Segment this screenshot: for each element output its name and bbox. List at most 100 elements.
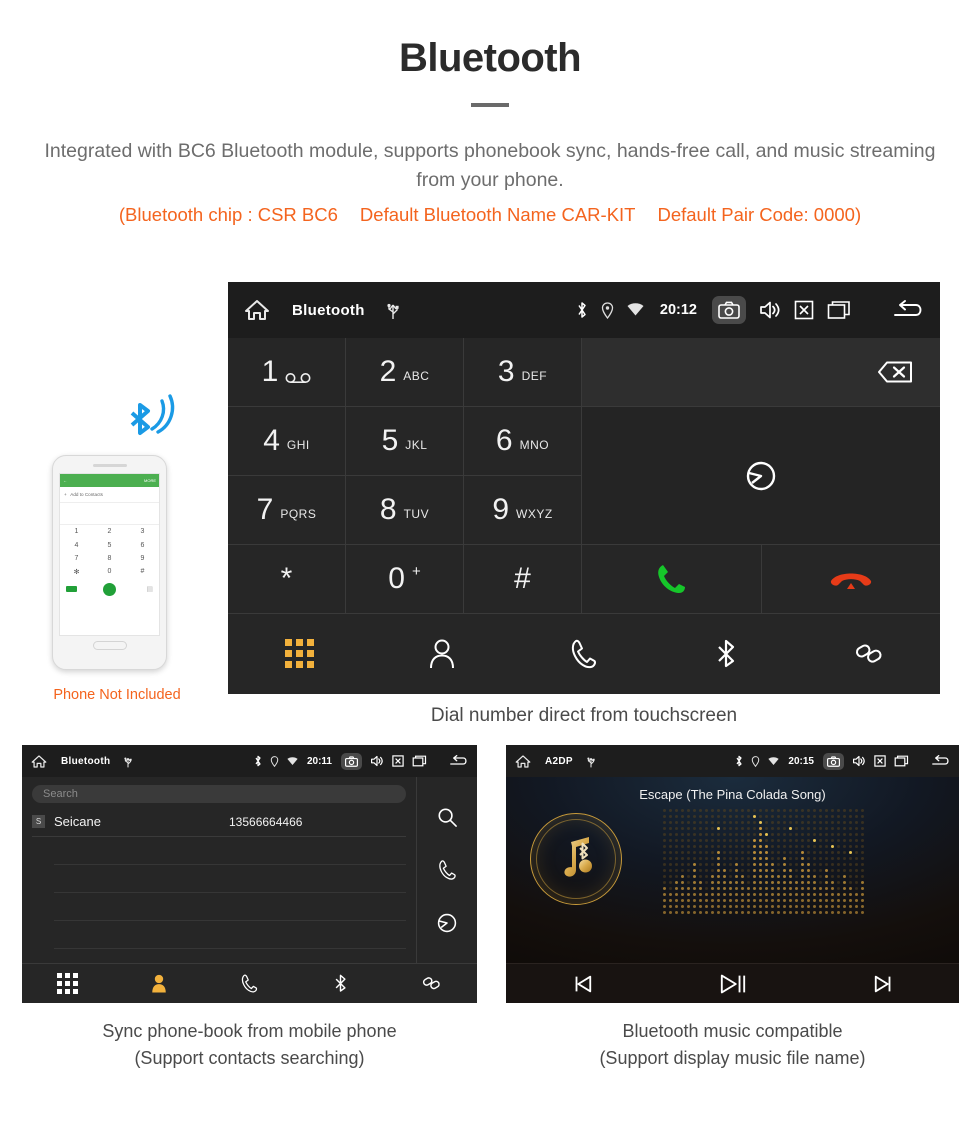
sync-icon[interactable] xyxy=(744,459,778,493)
phone-screen: ← MORE + Add to Contacts 1 2 3 4 5 6 7 8 9 ✻ 0 #… xyxy=(59,473,160,636)
dialer-caption: Dial number direct from touchscreen xyxy=(430,705,738,726)
camera-icon[interactable] xyxy=(823,752,844,770)
volume-icon[interactable] xyxy=(759,300,781,320)
back-icon[interactable] xyxy=(931,755,950,767)
phone-key: 5 xyxy=(107,541,112,549)
prev-track-icon xyxy=(575,975,591,992)
backspace-icon[interactable] xyxy=(864,359,914,385)
sync-icon[interactable] xyxy=(436,912,458,934)
key-2-label: 2 xyxy=(379,355,397,388)
volume-icon[interactable] xyxy=(370,755,384,767)
spectrum-visualizer xyxy=(663,809,864,914)
home-icon[interactable] xyxy=(515,754,531,769)
key-3-letters: DEF xyxy=(521,368,548,383)
back-icon[interactable] xyxy=(449,755,468,767)
key-1[interactable]: 1 xyxy=(228,338,345,406)
key-7-label: 7 xyxy=(256,493,274,526)
play-pause-button[interactable] xyxy=(657,971,808,997)
camera-icon[interactable] xyxy=(712,296,746,324)
keypad-grid-icon xyxy=(57,973,78,994)
dialer-screen: Bluetooth 20:12 1 2 ABC 3 DEF 4 GHI 5 JK… xyxy=(228,282,940,694)
sidebar-item-contacts[interactable] xyxy=(370,638,512,670)
key-0[interactable]: 0 + xyxy=(346,545,463,613)
table-row[interactable]: S Seicane 13566664466 xyxy=(32,807,406,837)
hangup-icon xyxy=(830,573,871,589)
phonebook-caption: Sync phone-book from mobile phone (Suppo… xyxy=(22,1018,477,1072)
sidebar-item-bluetooth[interactable] xyxy=(655,638,797,670)
call-button[interactable] xyxy=(582,545,761,613)
key-4-label: 4 xyxy=(263,424,280,457)
sidebar-item-pair-link[interactable] xyxy=(798,638,940,670)
bluetooth-icon xyxy=(576,301,588,319)
search-input[interactable]: Search xyxy=(32,785,406,803)
phone-number-field xyxy=(60,503,159,525)
sidebar-item-contacts[interactable] xyxy=(113,973,204,994)
key-5[interactable]: 5 JKL xyxy=(346,407,463,475)
bluetooth-icon xyxy=(254,755,262,767)
search-icon[interactable] xyxy=(437,807,458,828)
dialer-body: 1 2 ABC 3 DEF 4 GHI 5 JKL 6 MNO 7 PQRS 8 TUV 9W… xyxy=(228,338,940,613)
key-9[interactable]: 9 WXYZ xyxy=(464,476,581,544)
search-placeholder: Search xyxy=(43,788,78,800)
key-star[interactable]: * xyxy=(228,545,345,613)
wifi-icon xyxy=(768,756,780,766)
sidebar-item-call-log[interactable] xyxy=(513,638,655,670)
key-7[interactable]: 7 PQRS xyxy=(228,476,345,544)
list-item xyxy=(54,921,406,949)
handset-icon xyxy=(571,639,597,668)
phone-mockup: ← MORE + Add to Contacts 1 2 3 4 5 6 7 8 9 ✻ 0 #… xyxy=(52,394,181,703)
recents-icon[interactable] xyxy=(827,300,851,320)
dialer-statusbar: Bluetooth 20:12 xyxy=(228,282,940,338)
previous-track-button[interactable] xyxy=(506,973,657,995)
phone-call-button xyxy=(103,582,116,596)
handset-icon[interactable] xyxy=(437,859,458,881)
music-stage: Escape (The Pina Colada Song) xyxy=(506,777,959,963)
recents-icon[interactable] xyxy=(412,755,427,767)
key-hash[interactable]: # xyxy=(464,545,581,613)
key-4[interactable]: 4 GHI xyxy=(228,407,345,475)
close-icon[interactable] xyxy=(874,755,886,767)
sidebar-item-call-log[interactable] xyxy=(204,973,295,994)
key-0-label: 0 xyxy=(388,562,405,595)
sidebar-item-bluetooth[interactable] xyxy=(295,973,386,994)
next-track-icon xyxy=(874,975,890,992)
music-caption: Bluetooth music compatible (Support disp… xyxy=(506,1018,959,1072)
phone-key: # xyxy=(140,568,145,576)
hangup-button[interactable] xyxy=(761,545,940,613)
key-8[interactable]: 8 TUV xyxy=(346,476,463,544)
key-1-label: 1 xyxy=(261,355,279,388)
key-3[interactable]: 3 DEF xyxy=(464,338,581,406)
sidebar-item-keypad[interactable] xyxy=(228,639,370,668)
close-icon[interactable] xyxy=(794,300,814,320)
close-icon[interactable] xyxy=(392,755,404,767)
volume-icon[interactable] xyxy=(852,755,866,767)
usb-icon xyxy=(124,755,132,768)
list-item xyxy=(54,837,406,865)
key-2[interactable]: 2 ABC xyxy=(346,338,463,406)
home-icon[interactable] xyxy=(31,754,47,769)
spec-pair-code: Default Pair Code: 0000) xyxy=(657,204,862,225)
phonebook-clock: 20:11 xyxy=(306,755,332,767)
music-statusbar: A2DP 20:15 xyxy=(506,745,959,777)
sidebar-item-pair-link[interactable] xyxy=(386,973,477,994)
key-2-letters: ABC xyxy=(403,368,430,383)
phone-add-contacts: + Add to Contacts xyxy=(60,487,159,503)
keypad-grid-icon xyxy=(284,639,314,668)
contact-number: 13566664466 xyxy=(229,814,303,829)
back-icon[interactable] xyxy=(892,300,924,320)
phone-key: 1 xyxy=(74,528,79,536)
location-icon xyxy=(751,755,760,767)
key-8-label: 8 xyxy=(379,493,397,526)
key-6-letters: MNO xyxy=(519,437,550,452)
next-track-button[interactable] xyxy=(808,973,959,995)
phonebook-screen: Bluetooth 20:11 Search S Seicane 1356666… xyxy=(22,745,477,1003)
camera-icon[interactable] xyxy=(341,752,362,770)
phone-app-bar: ← MORE xyxy=(60,474,159,487)
phone-key: 9 xyxy=(140,554,145,562)
phone-key: 4 xyxy=(74,541,79,549)
recents-icon[interactable] xyxy=(894,755,909,767)
home-icon[interactable] xyxy=(244,298,270,322)
sidebar-item-keypad[interactable] xyxy=(22,973,113,994)
bluetooth-icon xyxy=(718,639,735,667)
key-6[interactable]: 6 MNO xyxy=(464,407,581,475)
